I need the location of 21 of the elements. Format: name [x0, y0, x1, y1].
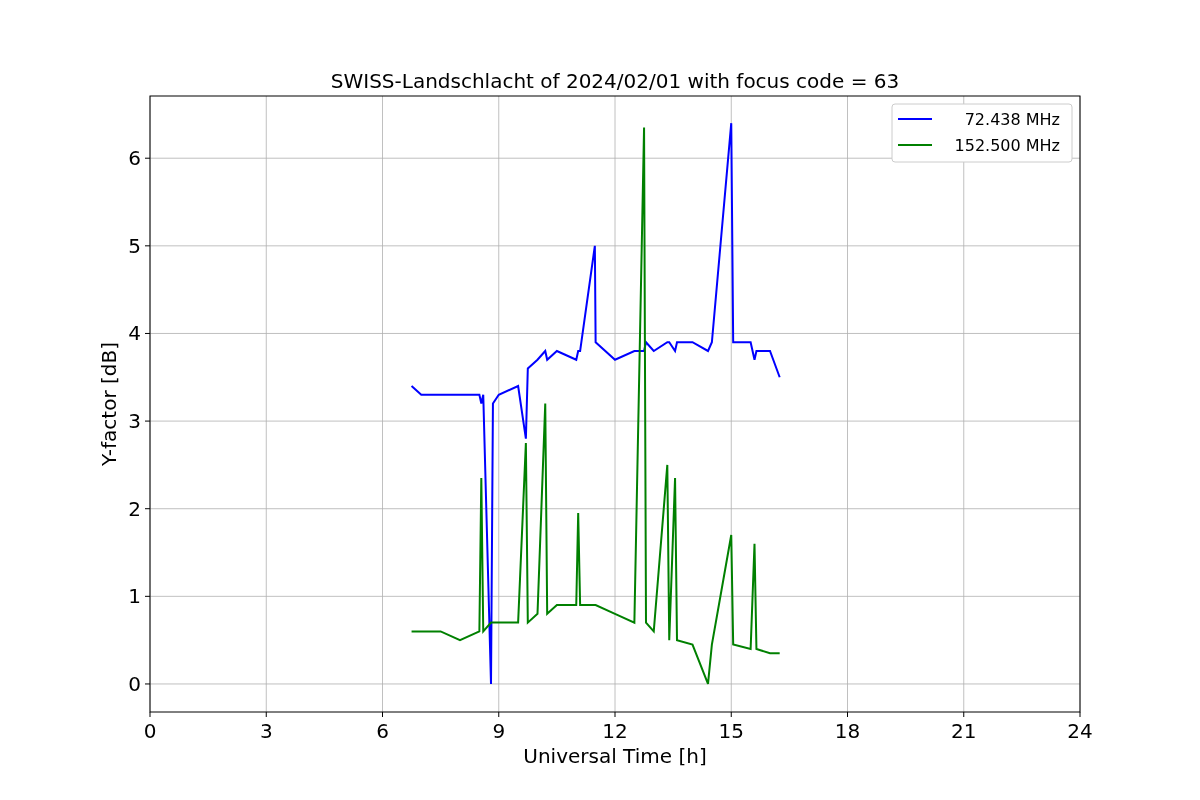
tick-label: 24: [1067, 719, 1093, 743]
tick-label: 4: [128, 321, 141, 346]
tick-label: 3: [128, 409, 141, 434]
x-axis-label: Universal Time [h]: [523, 744, 707, 768]
legend-label: 72.438 MHz: [964, 110, 1060, 129]
tick-label: 6: [376, 719, 389, 743]
tick-label: 1: [128, 584, 141, 609]
tick-label: 12: [602, 719, 628, 743]
tick-label: 5: [128, 233, 141, 258]
tick-label: 0: [143, 719, 157, 743]
tick-label: 0: [128, 671, 141, 696]
tick-label: 2: [128, 496, 141, 521]
tick-label: 9: [492, 719, 506, 743]
legend-label: 152.500 MHz: [954, 136, 1060, 155]
tick-label: 21: [951, 719, 977, 743]
y-axis-label: Y-factor [dB]: [97, 342, 121, 466]
tick-label: 18: [834, 719, 861, 743]
tick-label: 6: [128, 146, 141, 171]
chart-title: SWISS-Landschlacht of 2024/02/01 with focus code = 63: [330, 69, 900, 93]
tick-label: 3: [259, 719, 273, 743]
tick-label: 15: [718, 719, 744, 743]
